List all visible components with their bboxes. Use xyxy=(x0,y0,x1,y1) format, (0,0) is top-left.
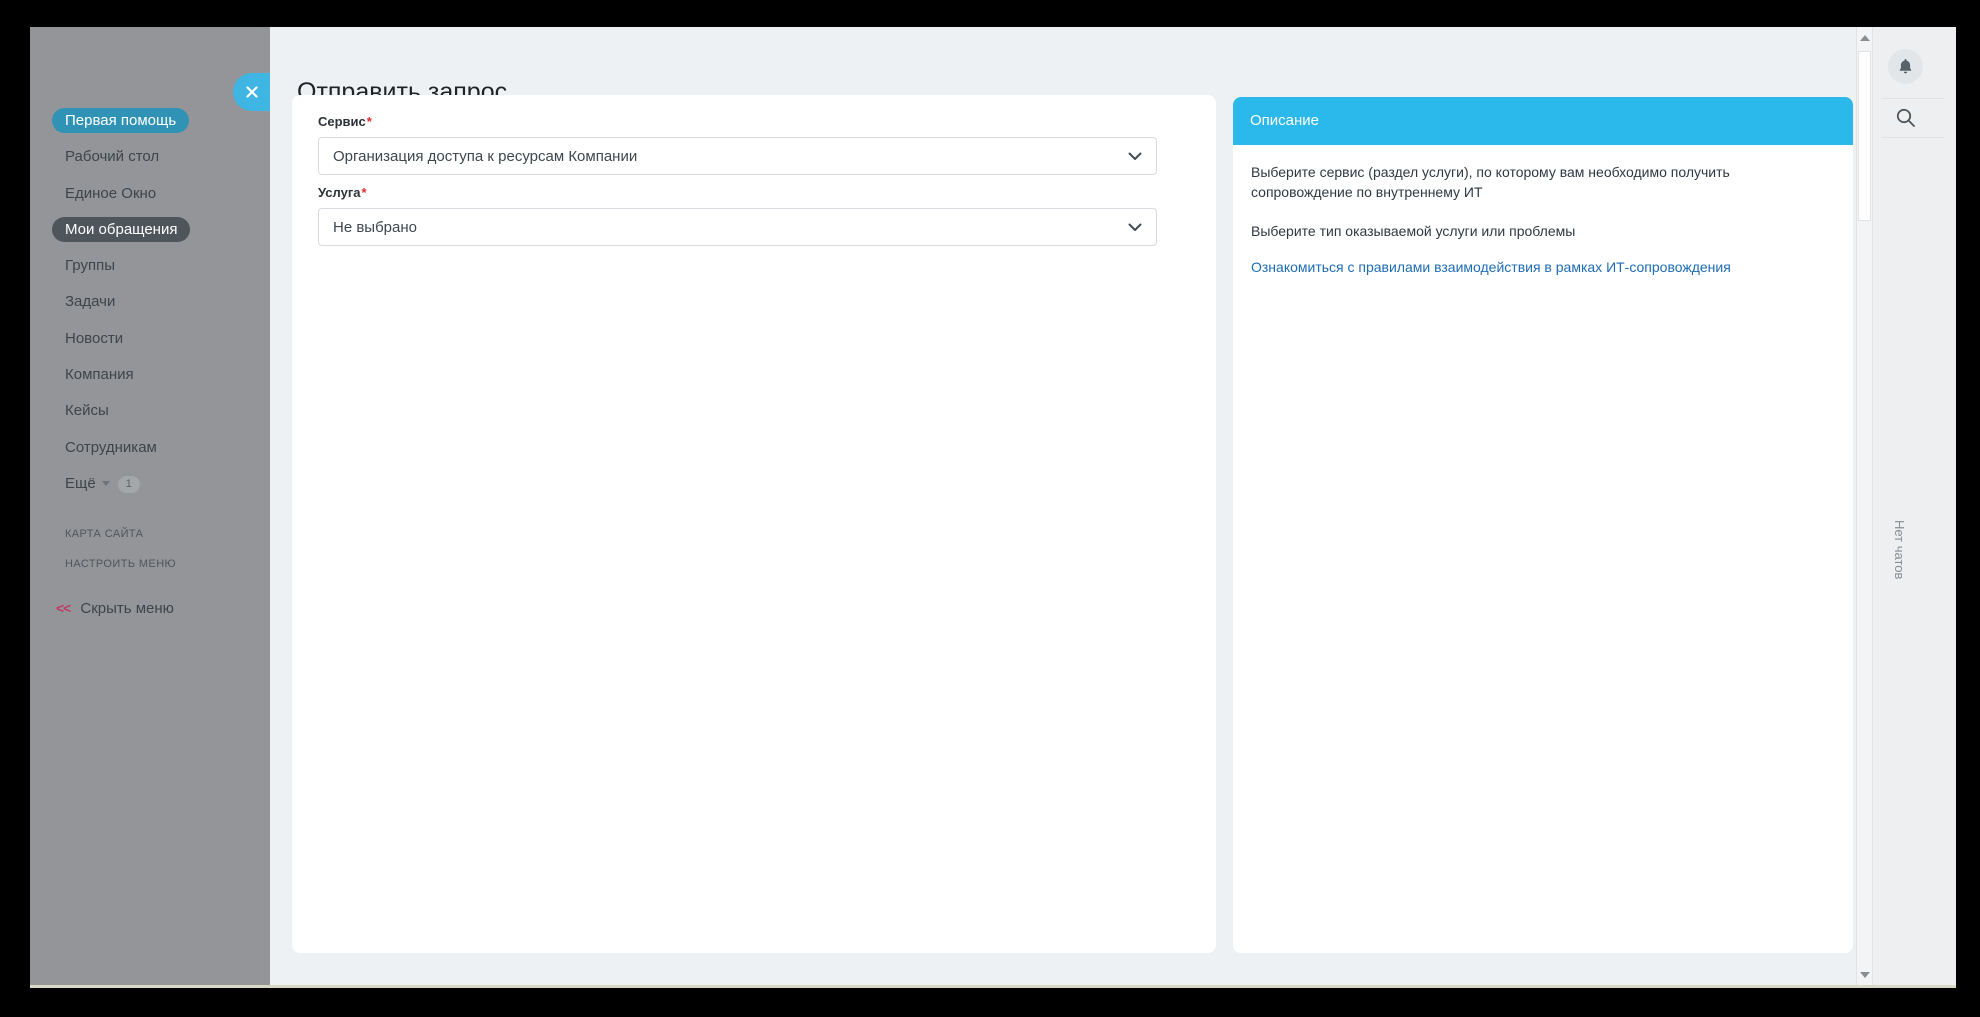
chevron-down-icon xyxy=(1128,223,1142,232)
sidebar-item-news[interactable]: Новости xyxy=(30,321,270,357)
description-paragraph: Выберите сервис (раздел услуги), по кото… xyxy=(1251,162,1811,203)
rail-divider xyxy=(1882,98,1944,99)
rail-divider xyxy=(1882,137,1944,138)
description-panel: Описание Выберите сервис (раздел услуги)… xyxy=(1233,97,1853,953)
sidebar-item-label: Новости xyxy=(65,330,123,347)
sidebar-item-employees[interactable]: Сотрудникам xyxy=(30,430,270,466)
right-rail: Нет чатов xyxy=(1874,27,1956,988)
collapse-menu-button[interactable]: << Скрыть меню xyxy=(30,595,270,621)
sidebar-item-company[interactable]: Компания xyxy=(30,357,270,393)
sidebar-item-more[interactable]: Ещё 1 xyxy=(30,466,270,502)
scrollbar-thumb[interactable] xyxy=(1858,51,1871,221)
sidebar-item-my-requests[interactable]: Мои обращения xyxy=(30,212,270,248)
option-select[interactable]: Не выбрано xyxy=(318,208,1157,246)
description-header: Описание xyxy=(1233,97,1853,145)
scroll-up-arrow-icon[interactable] xyxy=(1860,35,1870,41)
sidebar-footer: КАРТА САЙТА НАСТРОИТЬ МЕНЮ << Скрыть меню xyxy=(30,519,270,621)
sidebar-item-tasks[interactable]: Задачи xyxy=(30,284,270,320)
field-label-text: Сервис xyxy=(318,114,366,129)
description-body: Выберите сервис (раздел услуги), по кото… xyxy=(1233,145,1853,294)
no-chats-label: Нет чатов xyxy=(1892,520,1907,579)
close-icon xyxy=(245,85,259,99)
sidebar-item-first-aid[interactable]: Первая помощь xyxy=(30,103,270,139)
sidebar-item-label: Ещё xyxy=(65,475,96,492)
screenshot-root: { "page": { "title": "Отправить запрос" … xyxy=(0,0,1980,1017)
sidebar-item-label: Мои обращения xyxy=(52,217,190,242)
sidebar-item-label: Единое Окно xyxy=(65,185,156,202)
notifications-button[interactable] xyxy=(1888,49,1923,84)
sidebar-item-sitemap[interactable]: КАРТА САЙТА xyxy=(30,519,270,549)
sidebar-item-label: Первая помощь xyxy=(52,108,189,133)
collapse-menu-label: Скрыть меню xyxy=(80,600,174,617)
sidebar-item-single-window[interactable]: Единое Окно xyxy=(30,176,270,212)
collapse-arrows-icon: << xyxy=(56,600,70,616)
vertical-scrollbar[interactable] xyxy=(1856,27,1873,988)
sidebar-menu: Первая помощь Рабочий стол Единое Окно М… xyxy=(30,103,270,502)
bell-icon xyxy=(1896,57,1915,76)
sidebar-item-configure-menu[interactable]: НАСТРОИТЬ МЕНЮ xyxy=(30,549,270,579)
sidebar-item-label: Сотрудникам xyxy=(65,439,157,456)
option-select-value: Не выбрано xyxy=(333,219,1128,236)
sidebar-item-label: Кейсы xyxy=(65,402,109,419)
field-label-text: Услуга xyxy=(318,185,360,200)
sidebar-item-label: Рабочий стол xyxy=(65,148,159,165)
sidebar-item-label: Компания xyxy=(65,366,134,383)
it-support-rules-link[interactable]: Ознакомиться с правилами взаимодействия … xyxy=(1251,259,1731,275)
required-mark: * xyxy=(367,114,372,129)
option-field-label: Услуга* xyxy=(318,185,1190,200)
search-icon xyxy=(1894,106,1918,130)
horizontal-scrollbar-track xyxy=(30,985,1956,988)
search-button[interactable] xyxy=(1894,106,1918,130)
more-count-badge: 1 xyxy=(118,476,140,493)
request-form-panel: Сервис* Организация доступа к ресурсам К… xyxy=(292,95,1216,953)
sidebar-item-label: Группы xyxy=(65,257,115,274)
sidebar-item-desktop[interactable]: Рабочий стол xyxy=(30,139,270,175)
service-field-label: Сервис* xyxy=(318,114,1190,129)
close-slider-button[interactable] xyxy=(233,73,270,111)
service-select-value: Организация доступа к ресурсам Компании xyxy=(333,148,1128,165)
sidebar-item-cases[interactable]: Кейсы xyxy=(30,393,270,429)
chevron-down-icon xyxy=(1128,152,1142,161)
description-paragraph: Выберите тип оказываемой услуги или проб… xyxy=(1251,221,1811,241)
chevron-down-icon xyxy=(102,481,110,486)
scroll-down-arrow-icon[interactable] xyxy=(1860,972,1870,978)
sidebar-item-label: Задачи xyxy=(65,293,115,310)
sidebar-item-groups[interactable]: Группы xyxy=(30,248,270,284)
sidebar: Первая помощь Рабочий стол Единое Окно М… xyxy=(30,27,270,988)
required-mark: * xyxy=(361,185,366,200)
app-viewport: Первая помощь Рабочий стол Единое Окно М… xyxy=(30,27,1956,988)
service-select[interactable]: Организация доступа к ресурсам Компании xyxy=(318,137,1157,175)
